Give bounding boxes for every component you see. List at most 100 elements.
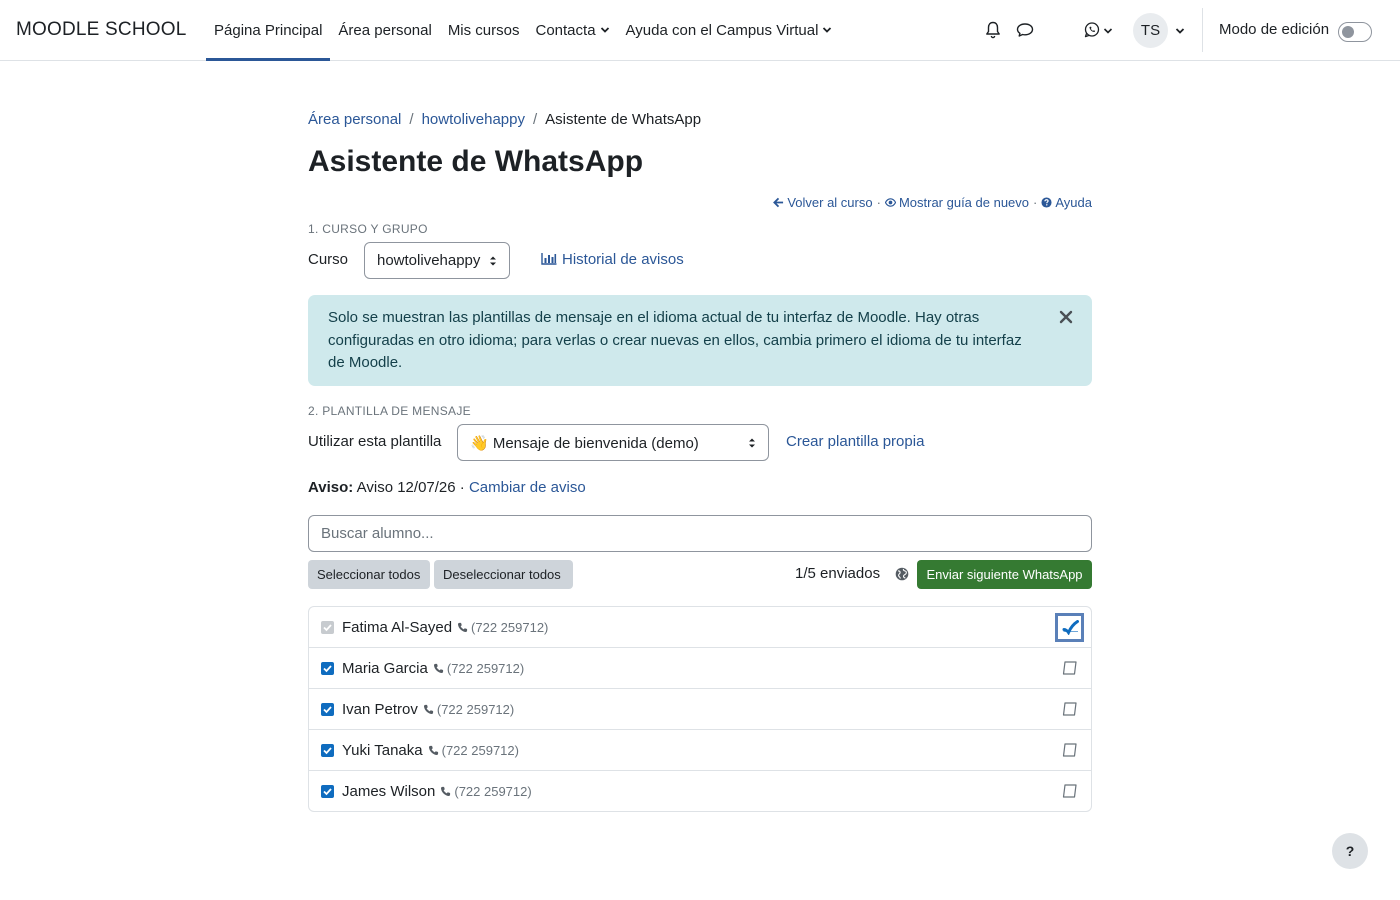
- edit-mode-label: Modo de edición: [1219, 21, 1330, 38]
- student-phone: (722 259712): [441, 743, 519, 758]
- chevron-down-icon: [823, 27, 832, 33]
- student-row: Fatima Al-Sayed (722 259712): [309, 607, 1091, 648]
- student-row: Ivan Petrov (722 259712): [309, 689, 1091, 730]
- breadcrumb: Área personal / howtolivehappy / Asistente d…: [308, 111, 701, 128]
- phone-icon: [433, 663, 443, 674]
- history-link[interactable]: Historial de avisos: [541, 251, 684, 268]
- nav-item-label: Ayuda con el Campus Virtual: [625, 21, 819, 39]
- close-icon[interactable]: [1058, 309, 1074, 325]
- whatsapp-icon[interactable]: [1082, 20, 1102, 40]
- phone-icon: [458, 622, 468, 633]
- nav-item-label: Página Principal: [214, 21, 323, 39]
- aviso-separator: ·: [459, 479, 465, 496]
- student-checkbox[interactable]: [321, 703, 334, 716]
- student-name: Maria Garcia (722 259712): [342, 660, 524, 677]
- site-brand[interactable]: MOODLE SCHOOL: [16, 19, 186, 41]
- check-icon: [323, 706, 332, 714]
- select-arrows-icon: [490, 256, 496, 266]
- sent-count: 1/5 enviados: [795, 565, 881, 582]
- aviso-value: Aviso 12/07/26: [356, 479, 456, 496]
- back-to-course-link[interactable]: Volver al curso: [773, 195, 873, 210]
- aviso-label: Aviso:: [308, 479, 354, 496]
- check-icon: [323, 624, 332, 632]
- search-student-input[interactable]: [308, 515, 1092, 552]
- student-row: Yuki Tanaka (722 259712): [309, 730, 1091, 771]
- user-avatar[interactable]: TS: [1133, 13, 1168, 48]
- question-circle-icon: [1041, 197, 1052, 208]
- student-name: Fatima Al-Sayed (722 259712): [342, 619, 548, 636]
- section-label-course-group: 1. CURSO Y GRUPO: [308, 222, 428, 236]
- nav-item-contacta[interactable]: Contacta: [528, 0, 618, 60]
- course-select-value: howtolivehappy: [377, 252, 481, 269]
- aviso-line: Aviso: Aviso 12/07/26 · Cambiar de aviso: [308, 479, 586, 496]
- student-checkbox[interactable]: [321, 785, 334, 798]
- edit-mode-toggle[interactable]: [1338, 22, 1372, 42]
- breadcrumb-link-course[interactable]: howtolivehappy: [422, 111, 525, 128]
- help-fab-button[interactable]: ?: [1332, 833, 1368, 869]
- sent-status-button[interactable]: [1055, 613, 1084, 642]
- section-label-template: 2. PLANTILLA DE MENSAJE: [308, 404, 471, 418]
- student-name-label: James Wilson: [342, 783, 436, 800]
- link-separator: ·: [876, 195, 881, 210]
- deselect-all-button[interactable]: Deseleccionar todos: [434, 560, 573, 589]
- student-name: Yuki Tanaka (722 259712): [342, 742, 519, 759]
- top-navbar: MOODLE SCHOOL Página Principal Área pers…: [0, 0, 1400, 61]
- unsent-status-icon[interactable]: [1062, 702, 1077, 716]
- send-next-whatsapp-button[interactable]: Enviar siguiente WhatsApp: [917, 560, 1092, 589]
- chat-icon[interactable]: [1015, 20, 1035, 40]
- globe-icon: [895, 567, 909, 581]
- link-separator: ·: [1033, 195, 1038, 210]
- nav-item-pagina-principal[interactable]: Página Principal: [206, 0, 331, 61]
- help-link[interactable]: Ayuda: [1041, 195, 1092, 210]
- student-name-label: Ivan Petrov: [342, 701, 418, 718]
- show-guide-label: Mostrar guía de nuevo: [898, 195, 1030, 210]
- check-icon: [323, 747, 332, 755]
- change-aviso-link[interactable]: Cambiar de aviso: [469, 479, 586, 496]
- page-title: Asistente de WhatsApp: [308, 145, 644, 178]
- phone-icon: [428, 745, 438, 756]
- language-info-alert: Solo se muestran las plantillas de mensa…: [308, 295, 1092, 386]
- navbar-divider: [1202, 8, 1203, 52]
- student-list: Fatima Al-Sayed (722 259712) Maria Garcia…: [308, 606, 1092, 812]
- course-label: Curso: [308, 251, 349, 268]
- unsent-status-icon[interactable]: [1062, 784, 1077, 798]
- back-to-course-label: Volver al curso: [787, 195, 873, 210]
- nav-item-label: Contacta: [535, 21, 596, 39]
- nav-item-area-personal[interactable]: Área personal: [330, 0, 439, 60]
- course-select[interactable]: howtolivehappy: [364, 242, 510, 279]
- nav-item-ayuda-campus[interactable]: Ayuda con el Campus Virtual: [618, 0, 841, 60]
- student-checkbox[interactable]: [321, 621, 334, 634]
- template-label: Utilizar esta plantilla: [308, 433, 442, 450]
- chevron-down-icon[interactable]: [1175, 26, 1185, 36]
- eye-icon: [884, 198, 896, 207]
- unsent-status-icon[interactable]: [1062, 661, 1077, 675]
- unsent-status-icon[interactable]: [1062, 743, 1077, 757]
- bell-icon[interactable]: [983, 20, 1003, 40]
- select-all-button[interactable]: Seleccionar todos: [308, 560, 430, 589]
- chevron-down-icon: [600, 27, 609, 33]
- student-checkbox[interactable]: [321, 744, 334, 757]
- student-name: Ivan Petrov (722 259712): [342, 701, 514, 718]
- chevron-down-icon[interactable]: [1103, 26, 1113, 36]
- nav-item-mis-cursos[interactable]: Mis cursos: [440, 0, 528, 60]
- select-arrows-icon: [749, 438, 755, 448]
- check-icon: [323, 665, 332, 673]
- breadcrumb-separator: /: [409, 111, 414, 128]
- create-template-link[interactable]: Crear plantilla propia: [786, 433, 924, 450]
- phone-icon: [423, 704, 433, 715]
- student-phone: (722 259712): [471, 620, 549, 635]
- student-checkbox[interactable]: [321, 662, 334, 675]
- phone-icon: [441, 786, 451, 797]
- breadcrumb-link-area-personal[interactable]: Área personal: [308, 111, 401, 128]
- bar-chart-icon: [541, 253, 557, 265]
- student-row: Maria Garcia (722 259712): [309, 648, 1091, 689]
- show-guide-link[interactable]: Mostrar guía de nuevo: [884, 195, 1030, 210]
- student-name-label: Maria Garcia: [342, 660, 428, 677]
- sent-check-icon: [1062, 620, 1079, 635]
- primary-nav: Página Principal Área personal Mis curso…: [206, 0, 841, 61]
- template-select[interactable]: 👋 Mensaje de bienvenida (demo): [457, 424, 769, 461]
- student-phone: (722 259712): [454, 784, 532, 799]
- student-phone: (722 259712): [446, 661, 525, 676]
- student-name: James Wilson (722 259712): [342, 783, 532, 800]
- breadcrumb-separator: /: [532, 111, 538, 128]
